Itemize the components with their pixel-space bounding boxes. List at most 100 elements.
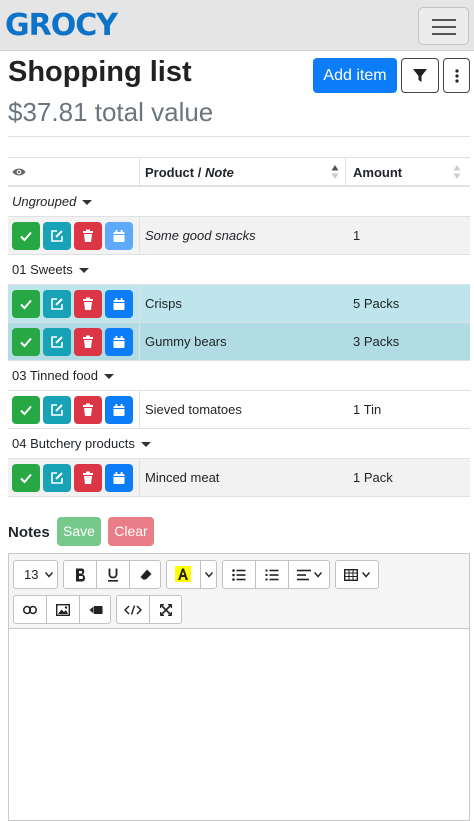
- edit-button[interactable]: [43, 464, 71, 492]
- paragraph-group: [222, 560, 330, 589]
- clear-notes-button[interactable]: Clear: [108, 517, 154, 546]
- link-icon: [23, 605, 37, 615]
- bold-button[interactable]: [64, 561, 96, 588]
- more-options-button[interactable]: [443, 58, 470, 93]
- sort-icon[interactable]: [331, 164, 339, 180]
- eye-icon[interactable]: [12, 166, 26, 178]
- column-divider: [139, 459, 140, 497]
- insert-video-button[interactable]: [80, 596, 111, 623]
- caret-down-icon: [82, 200, 93, 206]
- color-dropdown-button[interactable]: [201, 561, 217, 588]
- chevron-down-icon: [205, 572, 213, 578]
- fullscreen-button[interactable]: [150, 596, 182, 623]
- edit-button[interactable]: [43, 396, 71, 424]
- hamburger-icon-bar: [432, 26, 456, 28]
- add-to-stock-button[interactable]: [105, 222, 133, 250]
- add-to-stock-button[interactable]: [105, 290, 133, 318]
- divider: [8, 136, 470, 137]
- edit-icon: [51, 336, 63, 348]
- hamburger-menu-button[interactable]: [418, 7, 469, 45]
- mark-done-button[interactable]: [12, 328, 40, 356]
- column-divider: [139, 323, 140, 361]
- fullscreen-icon: [160, 604, 172, 616]
- filter-icon: [413, 69, 427, 82]
- bullet-list-icon: [232, 569, 246, 581]
- mark-done-button[interactable]: [12, 396, 40, 424]
- edit-icon: [51, 404, 63, 416]
- mark-done-button[interactable]: [12, 222, 40, 250]
- column-divider: [139, 158, 140, 186]
- edit-button[interactable]: [43, 328, 71, 356]
- product-name[interactable]: Sieved tomatoes: [145, 402, 242, 417]
- mark-done-button[interactable]: [12, 464, 40, 492]
- delete-button[interactable]: [74, 222, 102, 250]
- underline-button[interactable]: [97, 561, 129, 588]
- image-icon: [56, 604, 70, 616]
- highlight-color-group: [166, 560, 217, 589]
- amount-cell: 1: [353, 228, 361, 243]
- edit-button[interactable]: [43, 222, 71, 250]
- column-divider: [139, 391, 140, 429]
- sort-icon[interactable]: [453, 164, 461, 180]
- calendar-icon: [113, 336, 125, 348]
- edit-button[interactable]: [43, 290, 71, 318]
- clear-formatting-button[interactable]: [130, 561, 161, 588]
- add-to-stock-button[interactable]: [105, 396, 133, 424]
- table-dropdown-button[interactable]: [335, 560, 379, 589]
- add-item-button[interactable]: Add item: [313, 58, 397, 93]
- filter-button[interactable]: [401, 58, 439, 93]
- group-label: 01 Sweets: [12, 262, 73, 277]
- amount-cell: 3 Packs: [353, 334, 400, 349]
- amount-cell: 1 Tin: [353, 402, 382, 417]
- edit-icon: [51, 298, 63, 310]
- calendar-icon: [113, 472, 125, 484]
- check-icon: [20, 405, 32, 416]
- align-dropdown-button[interactable]: [289, 561, 330, 588]
- delete-button[interactable]: [74, 396, 102, 424]
- group-row-tinned-food[interactable]: 03 Tinned food: [8, 361, 470, 391]
- align-left-icon: [297, 569, 311, 581]
- font-size-dropdown[interactable]: 13: [13, 560, 58, 589]
- amount-cell: 1 Pack: [353, 470, 393, 485]
- column-header-amount[interactable]: Amount: [353, 165, 402, 180]
- product-name[interactable]: Crisps: [145, 296, 182, 311]
- calendar-icon: [113, 230, 125, 242]
- save-notes-button[interactable]: Save: [57, 517, 101, 546]
- product-name[interactable]: Gummy bears: [145, 334, 227, 349]
- table-icon: [344, 569, 358, 581]
- highlight-color-button[interactable]: [167, 561, 200, 588]
- ordered-list-button[interactable]: [256, 561, 288, 588]
- calendar-icon: [113, 298, 125, 310]
- add-to-stock-button[interactable]: [105, 328, 133, 356]
- check-icon: [20, 337, 32, 348]
- group-row-butchery-products[interactable]: 04 Butchery products: [8, 429, 470, 459]
- check-icon: [20, 299, 32, 310]
- chevron-down-icon: [314, 572, 322, 578]
- insert-link-button[interactable]: [14, 596, 46, 623]
- more-vertical-icon: [455, 69, 459, 83]
- chevron-down-icon: [362, 572, 370, 578]
- delete-button[interactable]: [74, 290, 102, 318]
- add-to-stock-button[interactable]: [105, 464, 133, 492]
- caret-down-icon: [140, 442, 151, 448]
- group-label: 03 Tinned food: [12, 368, 99, 383]
- trash-icon: [83, 297, 93, 310]
- product-name[interactable]: Minced meat: [145, 470, 219, 485]
- code-view-button[interactable]: [117, 596, 149, 623]
- column-header-product[interactable]: Product / Note: [145, 165, 234, 180]
- insert-image-button[interactable]: [47, 596, 79, 623]
- notes-text-area[interactable]: [9, 630, 469, 820]
- delete-button[interactable]: [74, 464, 102, 492]
- delete-button[interactable]: [74, 328, 102, 356]
- app-logo[interactable]: GROCY: [5, 9, 118, 43]
- total-value: $37.81 total value: [8, 97, 214, 127]
- group-row-sweets[interactable]: 01 Sweets: [8, 255, 470, 285]
- mark-done-button[interactable]: [12, 290, 40, 318]
- trash-icon: [83, 403, 93, 416]
- table-row: Gummy bears 3 Packs: [8, 323, 470, 361]
- group-row-ungrouped[interactable]: Ungrouped: [8, 187, 470, 217]
- bold-icon: [76, 568, 85, 582]
- notes-label: Notes: [8, 524, 50, 541]
- group-label: Ungrouped: [12, 194, 77, 209]
- bullet-list-button[interactable]: [223, 561, 255, 588]
